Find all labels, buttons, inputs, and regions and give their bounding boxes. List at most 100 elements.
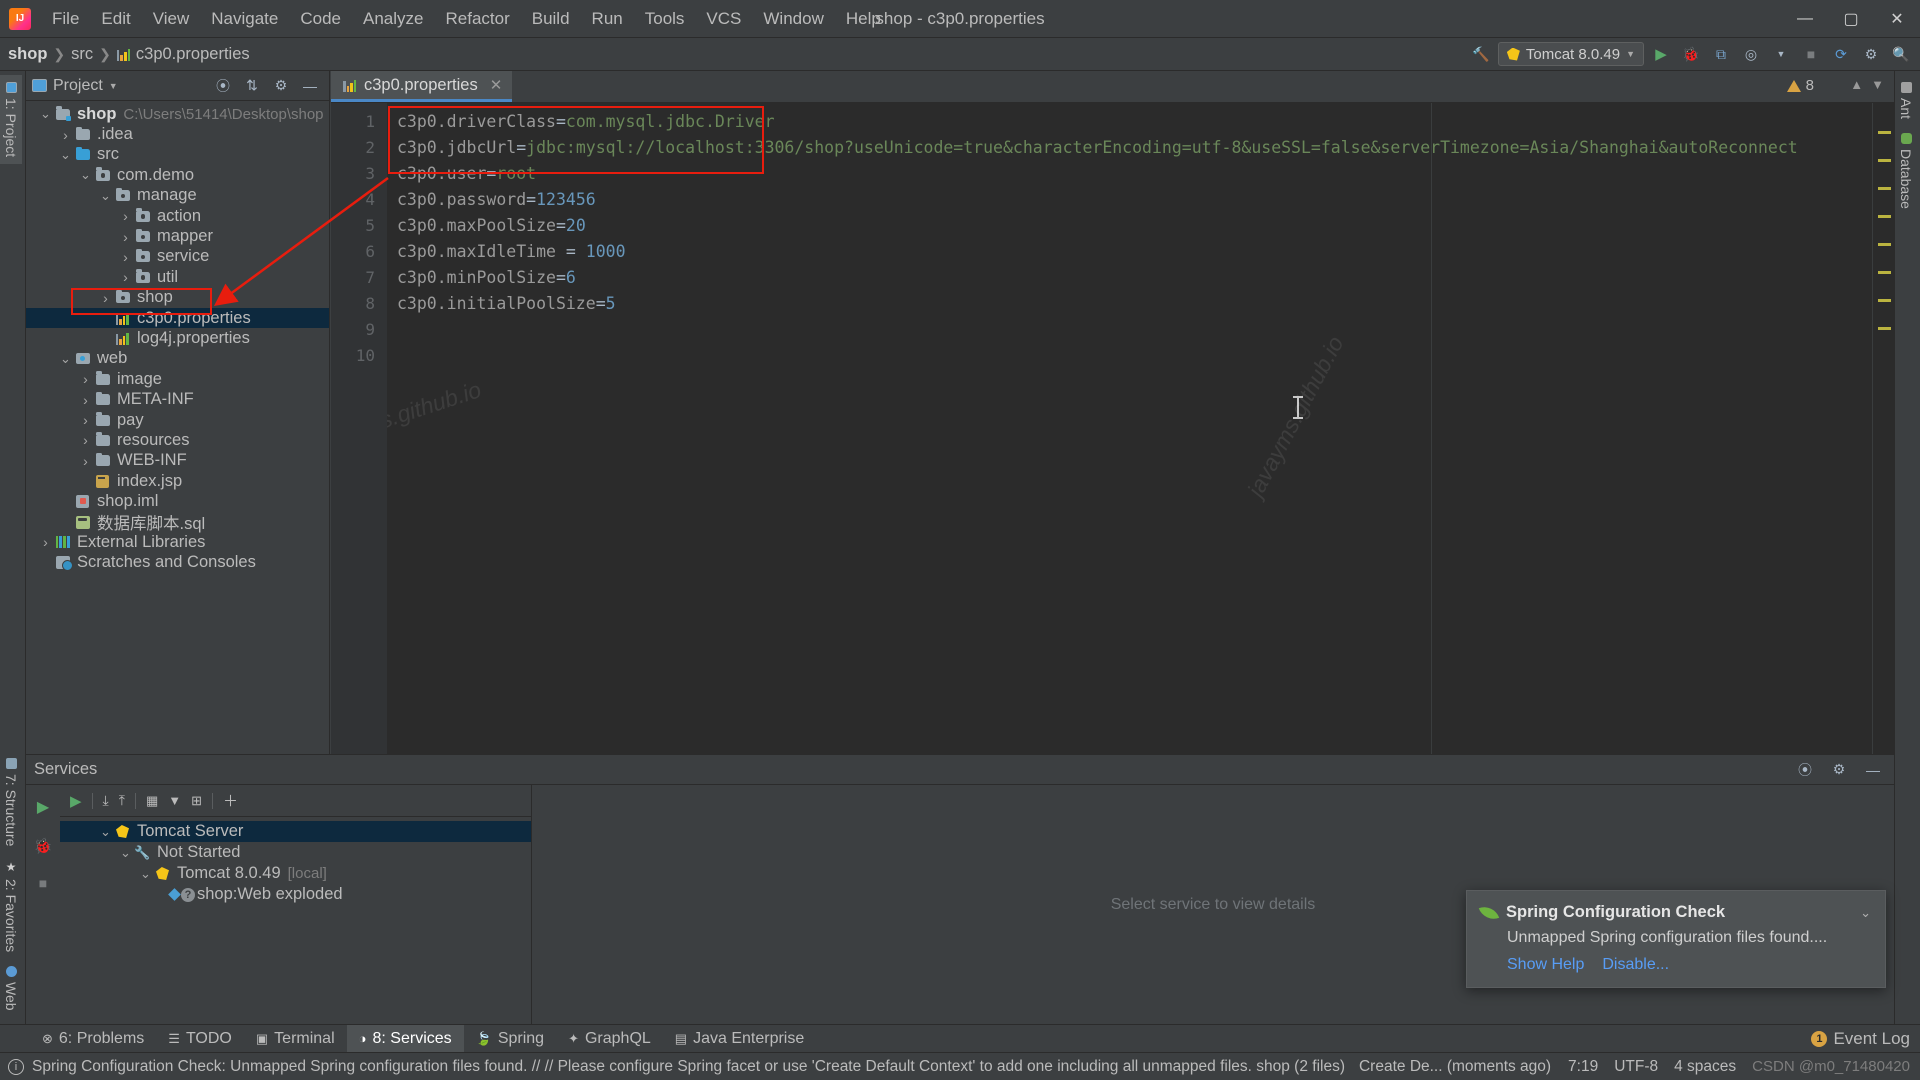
chevron-down-icon[interactable]: ⌄ — [38, 106, 53, 122]
status-message[interactable]: Spring Configuration Check: Unmapped Spr… — [32, 1058, 1345, 1076]
notification-popup[interactable]: Spring Configuration Check ⌄ Unmapped Sp… — [1466, 890, 1886, 988]
bottom-tab-spring[interactable]: 🍃 Spring — [464, 1025, 556, 1052]
gear-icon[interactable]: ⚙ — [1826, 758, 1852, 782]
disable-link[interactable]: Disable... — [1602, 956, 1669, 974]
code-line[interactable]: c3p0.user=root — [387, 161, 1872, 187]
stripe-button-favorites[interactable]: ★ 2: Favorites — [0, 853, 22, 959]
run-with-coverage-icon[interactable]: ⧉ — [1708, 42, 1734, 66]
menu-vcs[interactable]: VCS — [695, 5, 752, 33]
file-encoding[interactable]: UTF-8 — [1614, 1058, 1658, 1076]
tree-item-c3p0-properties[interactable]: c3p0.properties — [26, 307, 329, 329]
chevron-right-icon[interactable]: › — [118, 229, 133, 245]
bottom-tab-todo[interactable]: ☰ TODO — [156, 1025, 244, 1052]
tree-item-shop[interactable]: ⌄ shop C:\Users\51414\Desktop\shop — [26, 104, 329, 124]
chevron-right-icon[interactable]: › — [78, 453, 93, 469]
status-secondary[interactable]: Create De... (moments ago) — [1359, 1058, 1551, 1076]
stripe-button-web[interactable]: Web — [0, 959, 22, 1018]
chevron-down-icon[interactable]: ⌄ — [118, 845, 133, 861]
chevron-down-icon[interactable]: ⌄ — [58, 351, 73, 367]
tree-item-index-jsp[interactable]: index.jsp — [26, 471, 329, 491]
run-configuration-selector[interactable]: Tomcat 8.0.49 ▼ — [1497, 42, 1644, 66]
menu-window[interactable]: Window — [752, 5, 834, 33]
debug-icon[interactable]: 🐞 — [34, 837, 53, 855]
tree-item-scratches-and-consoles[interactable]: Scratches and Consoles — [26, 553, 329, 573]
search-everywhere-icon[interactable]: 🔍 — [1888, 42, 1914, 66]
tree-item-service[interactable]: › service — [26, 247, 329, 267]
run-icon[interactable]: ▶ — [37, 797, 49, 817]
run-icon[interactable]: ▶ — [1648, 42, 1674, 66]
editor-tab-c3p0-properties[interactable]: c3p0.properties ✕ — [331, 71, 513, 102]
gear-icon[interactable]: ⚙ — [268, 74, 294, 98]
menu-view[interactable]: View — [142, 5, 201, 33]
chevron-right-icon[interactable]: › — [118, 249, 133, 265]
close-button[interactable]: ✕ — [1874, 0, 1920, 38]
hide-icon[interactable]: — — [297, 74, 323, 98]
tree-item-util[interactable]: › util — [26, 267, 329, 287]
menu-run[interactable]: Run — [581, 5, 634, 33]
chevron-right-icon[interactable]: › — [78, 432, 93, 448]
chevron-down-icon[interactable]: ⌄ — [78, 167, 93, 183]
stripe-button-database[interactable]: Database — [1895, 126, 1917, 216]
chevron-right-icon[interactable]: › — [58, 127, 73, 143]
help-icon[interactable]: ⦿ — [1792, 758, 1818, 782]
bottom-tab-graphql[interactable]: ✦ GraphQL — [556, 1025, 663, 1052]
breadcrumb-project[interactable]: shop — [8, 45, 47, 64]
filter-icon[interactable]: ▼ — [168, 793, 181, 808]
code-line[interactable]: c3p0.maxPoolSize=20 — [387, 213, 1872, 239]
right-tool-stripe[interactable]: Ant Database — [1894, 71, 1920, 1024]
tree-item-mapper[interactable]: › mapper — [26, 226, 329, 246]
chevron-down-icon[interactable]: ▼ — [109, 81, 118, 91]
tree-item-web-inf[interactable]: › WEB-INF — [26, 451, 329, 471]
services-run-rail[interactable]: ▶ 🐞 ■ — [26, 785, 60, 1024]
breadcrumb[interactable]: shop ❯ src ❯ c3p0.properties — [8, 45, 250, 64]
menu-navigate[interactable]: Navigate — [200, 5, 289, 33]
code-line[interactable] — [387, 317, 1872, 343]
main-toolbar[interactable]: 🔨 Tomcat 8.0.49 ▼ ▶ 🐞 ⧉ ◎ ▼ ■ ⟳ ⚙ 🔍 — [1468, 42, 1914, 66]
close-icon[interactable]: ✕ — [490, 76, 503, 94]
profiler-icon[interactable]: ◎ — [1738, 42, 1764, 66]
stop-icon[interactable]: ■ — [1798, 42, 1824, 66]
collapse-all-icon[interactable]: ⇅ — [239, 74, 265, 98]
tree-item-com-demo[interactable]: ⌄ com.demo — [26, 165, 329, 185]
tree-item-shop[interactable]: › shop — [26, 288, 329, 308]
services-tree[interactable]: ⌄ Tomcat Server ⌄ 🔧 Not Started ⌄ Tomcat 8.0.4… — [60, 817, 531, 1024]
chevron-down-icon[interactable]: ⌄ — [138, 866, 153, 882]
window-controls[interactable]: — ▢ ✕ — [1782, 0, 1920, 38]
tree-item-manage[interactable]: ⌄ manage — [26, 186, 329, 206]
menu-build[interactable]: Build — [521, 5, 581, 33]
tree-item-resources[interactable]: › resources — [26, 430, 329, 450]
code-line[interactable]: c3p0.initialPoolSize=5 — [387, 291, 1872, 317]
services-tree-item[interactable]: ⌄ Tomcat Server — [60, 821, 531, 842]
chevron-right-icon[interactable]: › — [78, 371, 93, 387]
add-tab-icon[interactable]: ⊞ — [191, 793, 202, 809]
chevron-down-icon[interactable]: ▼ — [1768, 42, 1794, 66]
left-tool-stripe[interactable]: 1: Project 7: Structure ★ 2: Favorites W… — [0, 71, 26, 1024]
bottom-tab-6-problems[interactable]: ⊗ 6: Problems — [30, 1025, 156, 1052]
chevron-right-icon[interactable]: › — [118, 269, 133, 285]
stop-icon[interactable]: ■ — [39, 875, 47, 891]
chevron-right-icon[interactable]: › — [98, 290, 113, 306]
settings-icon[interactable]: ⚙ — [1858, 42, 1884, 66]
bottom-tab-terminal[interactable]: ▣ Terminal — [244, 1025, 347, 1052]
menu-bar[interactable]: File Edit View Navigate Code Analyze Ref… — [41, 5, 892, 33]
tree-item-log4j-properties[interactable]: log4j.properties — [26, 328, 329, 348]
show-help-link[interactable]: Show Help — [1507, 956, 1584, 974]
code-line[interactable]: c3p0.minPoolSize=6 — [387, 265, 1872, 291]
menu-edit[interactable]: Edit — [90, 5, 141, 33]
collapse-all-icon[interactable]: ⤒ — [119, 792, 125, 809]
next-highlight-icon[interactable]: ▼ — [1871, 77, 1884, 92]
chevron-down-icon[interactable]: ⌄ — [98, 824, 113, 840]
tree-item-pay[interactable]: › pay — [26, 410, 329, 430]
caret-position[interactable]: 7:19 — [1568, 1058, 1598, 1076]
hide-icon[interactable]: — — [1860, 758, 1886, 782]
code-line[interactable]: c3p0.password=123456 — [387, 187, 1872, 213]
update-project-icon[interactable]: ⟳ — [1828, 42, 1854, 66]
chevron-right-icon[interactable]: › — [78, 412, 93, 428]
tree-item-meta-inf[interactable]: › META-INF — [26, 389, 329, 409]
chevron-down-icon[interactable]: ⌄ — [1860, 905, 1871, 921]
code-line[interactable] — [387, 343, 1872, 369]
tree-item-shop-iml[interactable]: shop.iml — [26, 491, 329, 511]
menu-file[interactable]: File — [41, 5, 90, 33]
debug-icon[interactable]: 🐞 — [1678, 42, 1704, 66]
services-toolbar[interactable]: ▶ ⤓ ⤒ ▦ ▼ ⊞ ＋ — [60, 785, 531, 817]
